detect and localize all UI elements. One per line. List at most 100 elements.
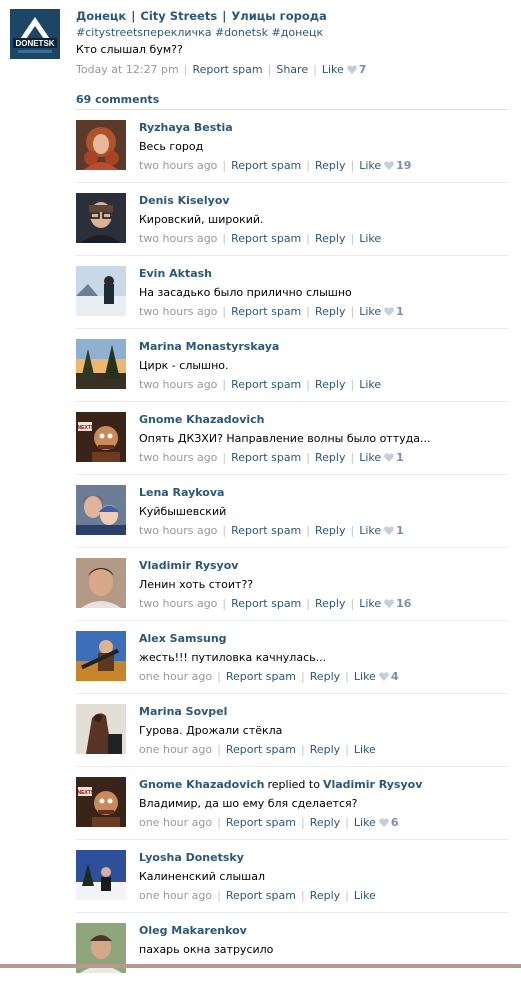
report-spam-link[interactable]: Report spam: [226, 743, 296, 756]
commenter-avatar[interactable]: [76, 485, 126, 535]
report-spam-link[interactable]: Report spam: [226, 889, 296, 902]
like-link[interactable]: Like: [359, 451, 381, 464]
heart-icon[interactable]: [384, 161, 394, 170]
comment-author-link[interactable]: Evin Aktash: [139, 267, 212, 280]
comment-text: Ленин хоть стоит??: [139, 578, 254, 591]
group-avatar[interactable]: DONETSK: [10, 9, 60, 59]
reply-link[interactable]: Reply: [315, 159, 345, 172]
post-meta: Today at 12:27 pm | Report spam | Share | Like…: [76, 63, 367, 76]
report-spam-link[interactable]: Report spam: [226, 816, 296, 829]
comment-author-link[interactable]: Ryzhaya Bestia: [139, 121, 233, 134]
commenter-avatar[interactable]: [76, 558, 126, 608]
reply-link[interactable]: Reply: [310, 889, 340, 902]
like-link[interactable]: Like: [354, 889, 376, 902]
like-count: 4: [390, 670, 399, 683]
page-bottom-bar: [0, 964, 521, 968]
report-spam-link[interactable]: Report spam: [231, 524, 301, 537]
reply-link[interactable]: Reply: [310, 670, 340, 683]
post-share-link[interactable]: Share: [276, 63, 308, 76]
like-link[interactable]: Like: [354, 743, 376, 756]
post-hashtags[interactable]: #citystreetsперекличка #donetsk #донецк: [76, 26, 323, 39]
like-link[interactable]: Like: [359, 159, 381, 172]
comments-count-header[interactable]: 69 comments: [76, 93, 159, 106]
comment-item: NEXT! Gnome Khazadovich Опять ДКЗХИ? Напра…: [0, 402, 521, 475]
comment-time[interactable]: one hour ago: [139, 670, 212, 683]
comment-time[interactable]: two hours ago: [139, 451, 217, 464]
comment-author-link[interactable]: Alex Samsung: [139, 632, 227, 645]
commenter-avatar[interactable]: [76, 704, 126, 754]
comment-author-link[interactable]: Vladimir Rysyov: [139, 559, 238, 572]
reply-link[interactable]: Reply: [310, 816, 340, 829]
comment-text: жесть!!! путиловка качнулась...: [139, 651, 327, 664]
reply-to-author-link[interactable]: Vladimir Rysyov: [323, 778, 422, 791]
avatar-image: [76, 558, 126, 608]
commenter-avatar[interactable]: [76, 631, 126, 681]
commenter-avatar[interactable]: [76, 850, 126, 900]
reply-link[interactable]: Reply: [315, 524, 345, 537]
reply-link[interactable]: Reply: [315, 378, 345, 391]
comment-time[interactable]: two hours ago: [139, 524, 217, 537]
comment-author-link[interactable]: Oleg Makarenkov: [139, 924, 247, 937]
comment-time[interactable]: one hour ago: [139, 889, 212, 902]
like-link[interactable]: Like: [359, 232, 381, 245]
comment-author-link[interactable]: Marina Monastyrskaya: [139, 340, 279, 353]
heart-icon[interactable]: [379, 818, 389, 827]
report-spam-link[interactable]: Report spam: [231, 451, 301, 464]
heart-icon[interactable]: [379, 672, 389, 681]
group-link-city-streets[interactable]: City Streets: [140, 9, 217, 23]
commenter-avatar[interactable]: [76, 266, 126, 316]
comment-text: пахарь окна затрусило: [139, 943, 274, 956]
reply-link[interactable]: Reply: [310, 743, 340, 756]
comment-time[interactable]: two hours ago: [139, 378, 217, 391]
commenter-avatar[interactable]: NEXT!: [76, 777, 126, 827]
comment-time[interactable]: two hours ago: [139, 159, 217, 172]
comment-author-link[interactable]: Lyosha Donetsky: [139, 851, 244, 864]
report-spam-link[interactable]: Report spam: [231, 597, 301, 610]
comment-author-line: Marina Monastyrskaya: [139, 340, 279, 353]
report-spam-link[interactable]: Report spam: [231, 305, 301, 318]
heart-icon[interactable]: [346, 65, 357, 74]
comment-time[interactable]: one hour ago: [139, 816, 212, 829]
heart-icon[interactable]: [384, 307, 394, 316]
comment-author-link[interactable]: Gnome Khazadovich: [139, 778, 265, 791]
post-time[interactable]: Today at 12:27 pm: [76, 63, 179, 76]
comment-time[interactable]: two hours ago: [139, 597, 217, 610]
commenter-avatar[interactable]: [76, 339, 126, 389]
comment-item: Marina Sovpel Гурова. Дрожали стёкла one h…: [0, 694, 521, 767]
like-link[interactable]: Like: [359, 378, 381, 391]
like-link[interactable]: Like: [359, 524, 381, 537]
like-link[interactable]: Like: [359, 305, 381, 318]
commenter-avatar[interactable]: [76, 120, 126, 170]
report-spam-link[interactable]: Report spam: [226, 670, 296, 683]
comment-time[interactable]: two hours ago: [139, 305, 217, 318]
like-link[interactable]: Like: [359, 597, 381, 610]
comment-text: Цирк - слышно.: [139, 359, 229, 372]
comment-author-link[interactable]: Denis Kiselyov: [139, 194, 230, 207]
reply-link[interactable]: Reply: [315, 232, 345, 245]
group-link-donetsk[interactable]: Донецк: [76, 9, 126, 23]
like-link[interactable]: Like: [354, 816, 376, 829]
reply-link[interactable]: Reply: [315, 305, 345, 318]
report-spam-link[interactable]: Report spam: [231, 159, 301, 172]
comment-time[interactable]: one hour ago: [139, 743, 212, 756]
comment-text: Кировский, широкий.: [139, 213, 264, 226]
commenter-avatar[interactable]: NEXT!: [76, 412, 126, 462]
heart-icon[interactable]: [384, 599, 394, 608]
comment-meta: two hours ago | Report spam | Reply | Like 16: [139, 597, 412, 610]
report-spam-link[interactable]: Report spam: [231, 378, 301, 391]
heart-icon[interactable]: [384, 453, 394, 462]
comment-meta: two hours ago | Report spam | Reply | Like 1: [139, 451, 404, 464]
like-link[interactable]: Like: [354, 670, 376, 683]
comment-author-link[interactable]: Gnome Khazadovich: [139, 413, 265, 426]
comment-author-link[interactable]: Marina Sovpel: [139, 705, 227, 718]
commenter-avatar[interactable]: [76, 193, 126, 243]
post-report-spam-link[interactable]: Report spam: [192, 63, 262, 76]
post-like-link[interactable]: Like: [322, 63, 344, 76]
report-spam-link[interactable]: Report spam: [231, 232, 301, 245]
reply-link[interactable]: Reply: [315, 451, 345, 464]
comment-author-link[interactable]: Lena Raykova: [139, 486, 224, 499]
reply-link[interactable]: Reply: [315, 597, 345, 610]
comment-time[interactable]: two hours ago: [139, 232, 217, 245]
heart-icon[interactable]: [384, 526, 394, 535]
group-link-streets-ru[interactable]: Улицы города: [231, 9, 326, 23]
